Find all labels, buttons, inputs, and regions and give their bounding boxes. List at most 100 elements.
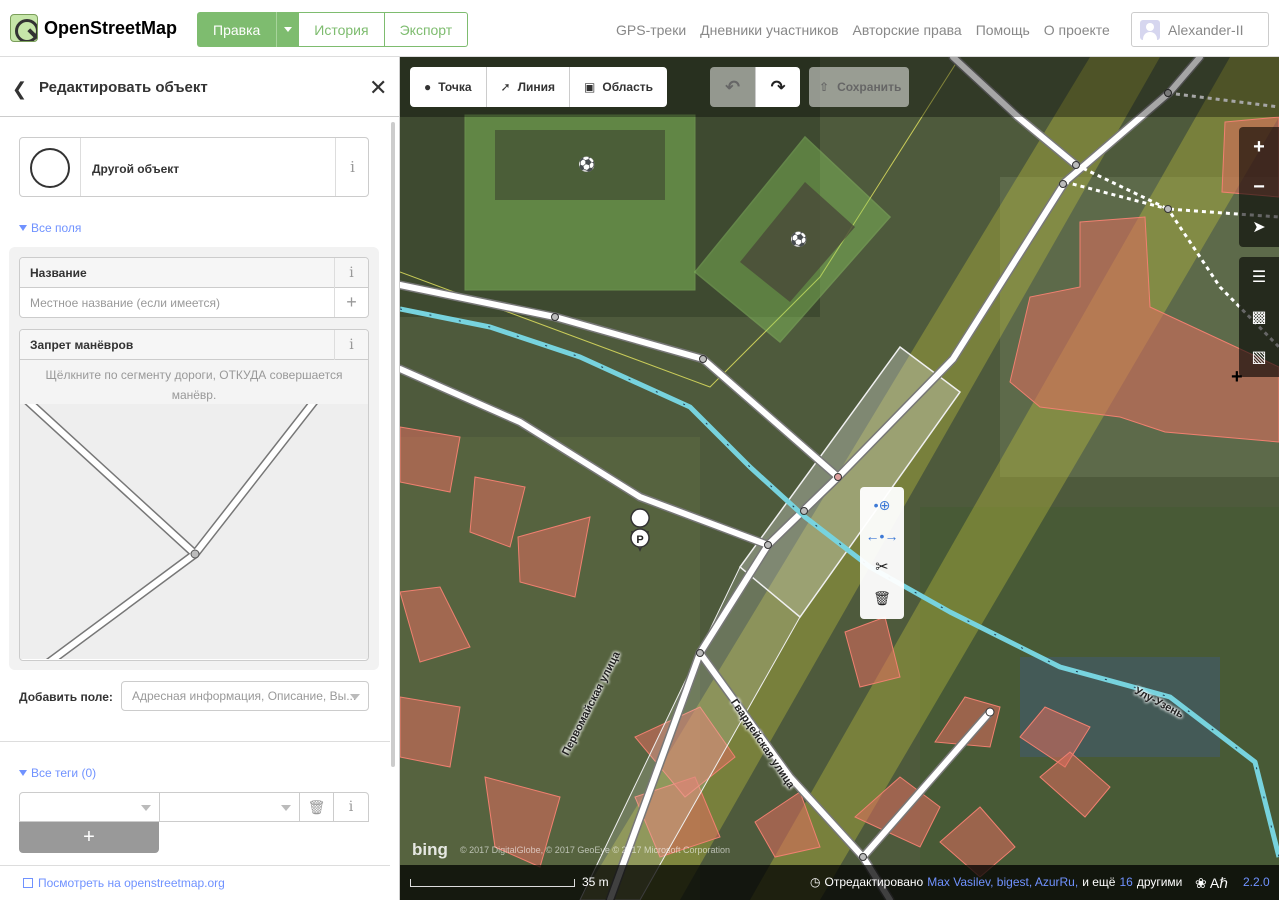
info-icon[interactable]: i — [335, 138, 369, 196]
attribution-count[interactable]: 16 — [1119, 875, 1132, 889]
add-line-button[interactable]: ➚ Линия — [487, 67, 571, 107]
add-area-button[interactable]: ▣ Область — [570, 67, 667, 107]
turn-restriction-field: Запрет манёвров i Щёлкните по сегменту д… — [19, 329, 369, 661]
add-point-button[interactable]: ● Точка — [410, 67, 487, 107]
turn-restriction-graph[interactable] — [20, 389, 368, 660]
undo-icon[interactable]: ↶ — [710, 67, 755, 107]
sidebar-title: Редактировать объект — [39, 79, 208, 96]
user-avatar-icon — [1140, 19, 1160, 40]
sidebar-header: ❮ Редактировать объект ✕ — [0, 57, 400, 117]
tag-value-input[interactable] — [160, 793, 300, 821]
attribution-users[interactable]: Max Vasilev, bigest, AzurRu, — [927, 875, 1078, 889]
bing-logo: bing — [412, 840, 448, 859]
area-icon: ▣ — [584, 80, 596, 94]
save-button[interactable]: ⇧ Сохранить — [809, 67, 909, 107]
user-menu[interactable]: Alexander-II — [1131, 12, 1269, 47]
turn-restriction-hint: Щёлкните по сегменту дороги, ОТКУДА сове… — [20, 360, 368, 404]
add-point-label: Точка — [438, 80, 472, 94]
zoom-controls: + − ➤ — [1239, 127, 1279, 247]
external-link-icon — [23, 878, 33, 888]
app-title: OpenStreetMap — [44, 17, 178, 38]
attribution-and-more: и ещё — [1082, 875, 1116, 889]
sidebar-scrollbar[interactable] — [391, 122, 395, 767]
data-layers-icon[interactable]: ▩ — [1239, 297, 1279, 337]
save-icon: ⇧ — [819, 80, 830, 94]
zoom-out-icon[interactable]: − — [1239, 167, 1279, 207]
preset-icon — [30, 148, 70, 188]
add-tag-button[interactable]: + — [19, 822, 159, 853]
info-icon[interactable]: i — [334, 793, 368, 821]
nav-link-diaries[interactable]: Дневники участников — [700, 22, 838, 38]
mode-buttons: ● Точка ➚ Линия ▣ Область — [410, 67, 668, 107]
bug-icon[interactable]: ❀ Aℏ — [1195, 875, 1228, 892]
add-field-label: Добавить поле: — [19, 690, 113, 704]
preset-label: Другой объект — [92, 162, 180, 176]
add-area-label: Область — [602, 80, 654, 94]
zoom-in-icon[interactable]: + — [1239, 127, 1279, 167]
nav-link-about[interactable]: О проекте — [1044, 22, 1110, 38]
add-field-combo[interactable]: Адресная информация, Описание, Вы... — [121, 681, 369, 711]
edit-button[interactable]: Правка — [197, 12, 277, 47]
redo-icon[interactable]: ↷ — [755, 67, 800, 107]
chevron-down-icon — [19, 225, 27, 231]
note-icon[interactable]: ▧ — [1239, 337, 1279, 377]
trash-icon[interactable]: 🗑 — [300, 793, 334, 821]
delete-icon[interactable]: 🗑 — [860, 583, 904, 613]
tag-key-input[interactable] — [20, 793, 160, 821]
export-button[interactable]: Экспорт — [384, 12, 469, 47]
disconnect-icon[interactable]: ←•→ — [860, 521, 904, 551]
attribution-prefix: Отредактировано — [824, 875, 924, 889]
back-icon[interactable]: ❮ — [12, 79, 27, 100]
tag-row: 🗑 i — [19, 792, 369, 822]
info-icon[interactable]: i — [334, 258, 368, 288]
sport-icon: ⚽ — [577, 156, 595, 173]
turn-restriction-label: Запрет манёвров — [20, 330, 368, 360]
nav-link-gps-traces[interactable]: GPS-треки — [616, 22, 686, 38]
preset-selector[interactable]: Другой объект i — [19, 137, 369, 197]
nav-link-copyright[interactable]: Авторские права — [853, 22, 962, 38]
scale-bar[interactable] — [410, 879, 575, 887]
history-button[interactable]: История — [298, 12, 385, 47]
map-footer: 35 m ◷ Отредактировано Max Vasilev, bige… — [400, 865, 1279, 900]
version-label[interactable]: 2.2.0 — [1243, 875, 1270, 889]
view-on-osm-label: Посмотреть на openstreetmap.org — [38, 876, 225, 890]
caret-down-icon[interactable] — [276, 12, 299, 47]
view-on-osm-link[interactable]: Посмотреть на openstreetmap.org — [0, 865, 390, 900]
sport-icon: ⚽ — [789, 231, 807, 248]
name-field: Название i Местное название (если имеетс… — [19, 257, 369, 318]
split-icon[interactable]: ✂ — [860, 552, 904, 582]
plus-icon[interactable]: + — [334, 288, 368, 317]
save-label: Сохранить — [837, 80, 902, 94]
scale-label: 35 m — [582, 875, 609, 889]
turn-vertex[interactable] — [190, 549, 200, 559]
svg-text:P: P — [636, 534, 643, 546]
undo-redo-group: ↶ ↷ — [710, 67, 800, 107]
divider — [0, 741, 390, 742]
logo[interactable]: OpenStreetMap — [10, 14, 177, 42]
crosshair-icon: + — [1231, 366, 1243, 388]
edit-context-menu: •⊕ ←•→ ✂ 🗑 — [860, 487, 904, 619]
geolocate-icon[interactable]: ➤ — [1239, 207, 1279, 247]
nav-links: GPS-треки Дневники участников Авторские … — [616, 22, 1110, 38]
edit-button-group: Правка История Экспорт — [197, 12, 469, 47]
fields-panel: Название i Местное название (если имеетс… — [9, 247, 379, 670]
map-imagery: P ⚽ ⚽ — [400, 57, 1279, 900]
all-fields-toggle[interactable]: Все поля — [19, 221, 81, 235]
turn-restriction-map[interactable] — [20, 389, 368, 660]
close-icon[interactable]: ✕ — [369, 75, 387, 101]
add-line-label: Линия — [517, 80, 556, 94]
sidebar: ❮ Редактировать объект ✕ Другой объект i… — [0, 57, 400, 900]
imagery-copyright: © 2017 DigitalGlobe, © 2017 GeoEye © 201… — [460, 845, 731, 855]
layers-icon[interactable]: ☰ — [1239, 257, 1279, 297]
info-icon[interactable]: i — [334, 330, 368, 360]
nav-link-help[interactable]: Помощь — [976, 22, 1030, 38]
continue-icon[interactable]: •⊕ — [860, 490, 904, 520]
all-tags-toggle[interactable]: Все теги (0) — [19, 766, 96, 780]
pane-controls: ☰ ▩ ▧ — [1239, 257, 1279, 377]
name-input[interactable]: Местное название (если имеется) — [20, 288, 368, 317]
map-canvas[interactable]: P ⚽ ⚽ Первомайская улица Гвардейская ули… — [400, 57, 1279, 900]
name-field-label: Название — [20, 258, 368, 288]
line-icon: ➚ — [500, 80, 511, 94]
attribution-others: другими — [1136, 875, 1183, 889]
all-fields-label: Все поля — [31, 221, 82, 235]
